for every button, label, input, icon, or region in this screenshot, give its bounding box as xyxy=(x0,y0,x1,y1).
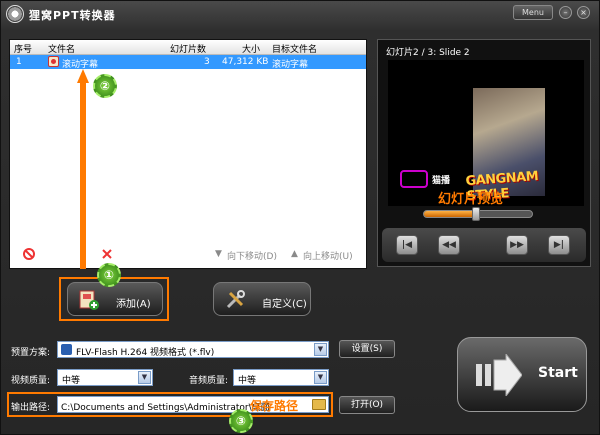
flv-format-icon xyxy=(61,344,72,355)
app-window: 狸窝PPT转换器 Menu – × 序号 文件名 幻灯片数 大小 目标文件名 1… xyxy=(0,0,600,435)
video-quality-select[interactable]: 中等 ▼ xyxy=(57,369,153,386)
slider-fill xyxy=(424,211,476,217)
preview-annotation: 幻灯片预览 xyxy=(438,192,504,207)
step-3-badge: ③ xyxy=(229,409,253,433)
annotation-arrow-icon xyxy=(77,69,89,269)
settings-button[interactable]: 设置(S) xyxy=(339,340,395,358)
add-file-icon xyxy=(79,290,99,310)
row-size: 47,312 KB xyxy=(222,57,269,67)
audio-quality-label: 音频质量: xyxy=(189,376,229,386)
move-down-icon: ▼ xyxy=(215,249,222,259)
app-title: 狸窝PPT转换器 xyxy=(29,9,116,22)
start-arrow-icon xyxy=(476,354,522,396)
video-quality-value: 中等 xyxy=(62,376,81,386)
col-target-header[interactable]: 目标文件名 xyxy=(272,42,317,55)
close-icon[interactable]: × xyxy=(577,6,590,19)
table-row[interactable]: 1 滚动字幕 3 47,312 KB 滚动字幕 xyxy=(10,55,366,70)
playback-controls: |◀ ◀◀ ▶▶ ▶| xyxy=(382,228,586,262)
ppt-file-icon xyxy=(48,56,59,67)
preset-label: 预置方案: xyxy=(11,348,51,358)
preset-select[interactable]: FLV-Flash H.264 视频格式 (*.flv) ▼ xyxy=(57,341,329,358)
audio-quality-select[interactable]: 中等 ▼ xyxy=(233,369,329,386)
remove-icon xyxy=(23,248,35,260)
start-button-label: Start xyxy=(538,365,578,381)
output-path-label: 输出路径: xyxy=(11,403,51,413)
remove-button[interactable]: 移除(R) xyxy=(47,249,78,262)
app-logo-icon xyxy=(6,5,24,23)
move-down-button[interactable]: 向下移动(D) xyxy=(227,249,277,262)
list-toolbar: 移除(R) 清除(L) ▼ 向下移动(D) ▲ 向上移动(U) xyxy=(9,244,367,266)
open-button-label: 打开(O) xyxy=(350,400,384,410)
preview-panel: 幻灯片2 / 3: Slide 2 猫播 GANGNAM STYLE 幻灯片预览… xyxy=(377,39,591,267)
slider-knob[interactable] xyxy=(471,207,480,221)
clear-icon xyxy=(102,249,112,259)
minimize-icon[interactable]: – xyxy=(559,6,572,19)
file-list-table[interactable]: 序号 文件名 幻灯片数 大小 目标文件名 1 滚动字幕 3 47,312 KB … xyxy=(9,39,367,269)
step-2-badge: ② xyxy=(93,74,117,98)
slide-logo-text: 猫播 xyxy=(432,176,451,186)
slide-progress-slider[interactable] xyxy=(423,207,533,221)
prev-slide-icon[interactable]: ◀◀ xyxy=(438,235,460,255)
video-quality-label: 视频质量: xyxy=(11,376,51,386)
col-index-header[interactable]: 序号 xyxy=(14,42,32,55)
col-name-header[interactable]: 文件名 xyxy=(48,42,75,55)
title-bar: 狸窝PPT转换器 Menu – × xyxy=(1,1,600,27)
next-slide-icon[interactable]: ▶▶ xyxy=(506,235,528,255)
settings-button-label: 设置(S) xyxy=(351,344,383,354)
tools-icon xyxy=(226,290,245,309)
save-path-annotation: 保存路径 xyxy=(250,399,299,413)
first-slide-icon[interactable]: |◀ xyxy=(396,235,418,255)
customize-button[interactable]: 自定义(C) xyxy=(213,282,311,316)
clear-button[interactable]: 清除(L) xyxy=(123,249,153,262)
chevron-down-icon[interactable]: ▼ xyxy=(138,371,151,384)
chevron-down-icon[interactable]: ▼ xyxy=(314,343,327,356)
preview-title: 幻灯片2 / 3: Slide 2 xyxy=(386,48,470,58)
row-slides: 3 xyxy=(204,57,210,67)
add-button[interactable]: 添加(A) xyxy=(67,282,163,316)
customize-button-label: 自定义(C) xyxy=(262,299,307,310)
folder-icon[interactable] xyxy=(312,399,326,410)
preset-select-value: FLV-Flash H.264 视频格式 (*.flv) xyxy=(76,348,215,358)
step-1-badge: ① xyxy=(97,263,121,287)
open-button[interactable]: 打开(O) xyxy=(339,396,395,414)
audio-quality-value: 中等 xyxy=(238,376,257,386)
chevron-down-icon[interactable]: ▼ xyxy=(314,371,327,384)
row-index: 1 xyxy=(16,57,22,67)
col-slides-header[interactable]: 幻灯片数 xyxy=(170,42,206,55)
col-size-header[interactable]: 大小 xyxy=(242,42,260,55)
menu-button[interactable]: Menu xyxy=(513,5,553,20)
start-button[interactable]: Start xyxy=(457,337,587,412)
move-up-button[interactable]: 向上移动(U) xyxy=(303,249,353,262)
add-button-label: 添加(A) xyxy=(116,299,151,310)
slide-logo-icon xyxy=(400,170,428,188)
table-header: 序号 文件名 幻灯片数 大小 目标文件名 xyxy=(10,40,366,55)
last-slide-icon[interactable]: ▶| xyxy=(548,235,570,255)
move-up-icon: ▲ xyxy=(291,249,298,259)
menu-button-label: Menu xyxy=(522,8,544,17)
slide-preview-image: 猫播 GANGNAM STYLE xyxy=(388,60,584,206)
row-target: 滚动字幕 xyxy=(272,60,309,70)
